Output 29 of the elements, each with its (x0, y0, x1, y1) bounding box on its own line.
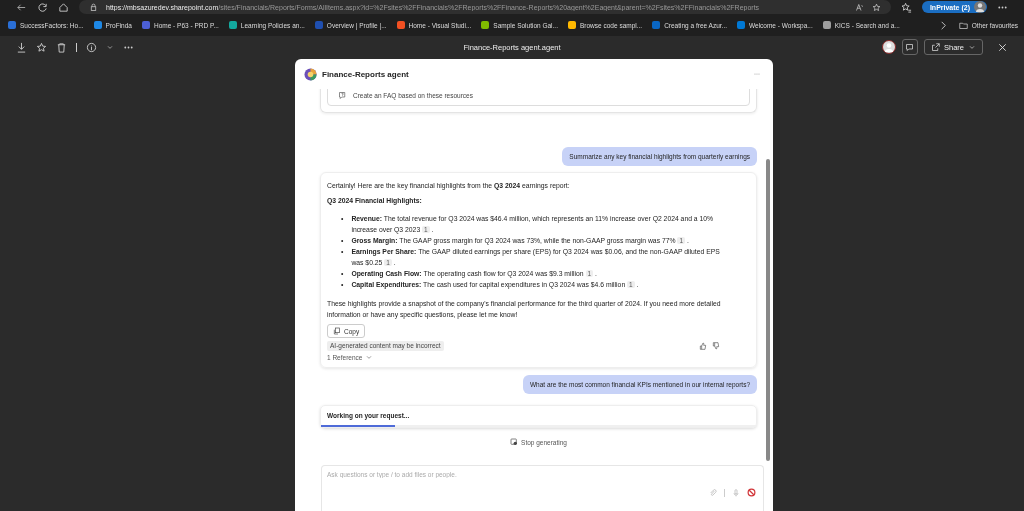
copy-icon (333, 327, 341, 335)
folder-icon (958, 20, 968, 30)
star-icon[interactable] (871, 2, 881, 12)
comment-button[interactable] (902, 39, 918, 55)
agent-logo-icon (304, 67, 317, 81)
read-aloud-icon[interactable] (854, 2, 864, 12)
trash-icon[interactable] (56, 41, 67, 53)
home-icon[interactable] (58, 1, 69, 13)
download-icon[interactable] (16, 41, 27, 53)
lock-icon (89, 2, 98, 12)
question-chat-icon (338, 91, 347, 100)
chevron-down-icon[interactable] (106, 43, 114, 51)
chevron-down-icon (968, 43, 976, 51)
favourites-icon[interactable] (900, 1, 912, 13)
dialog-title: Finance-Reports agent (322, 69, 410, 79)
comment-icon (905, 42, 915, 52)
avatar-icon (974, 1, 986, 13)
chevron-down-icon (365, 353, 374, 361)
prohibited-icon[interactable] (747, 488, 756, 497)
refresh-icon[interactable] (37, 1, 48, 13)
close-icon[interactable] (997, 41, 1008, 53)
share-icon (931, 42, 940, 52)
paperclip-icon[interactable] (709, 488, 717, 497)
thumbs-up-icon[interactable] (699, 342, 707, 350)
avatar-icon[interactable] (882, 40, 896, 54)
thumbs-down-icon[interactable] (712, 342, 720, 350)
info-icon[interactable] (86, 41, 97, 53)
stop-icon (510, 438, 519, 446)
star-icon[interactable] (36, 41, 47, 53)
